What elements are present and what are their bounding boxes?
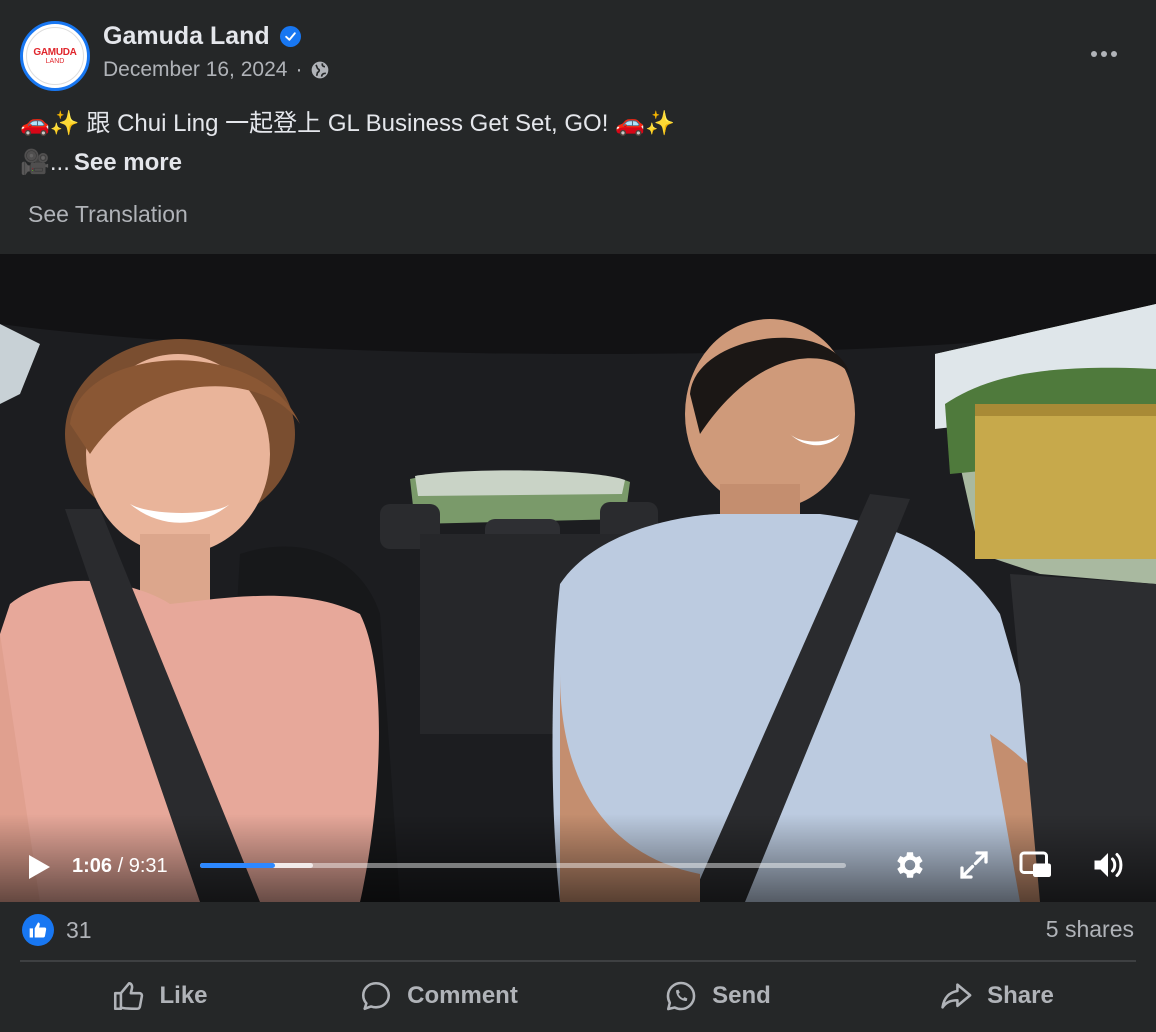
see-more-link[interactable]: See more — [74, 149, 182, 177]
post-caption-line2: 🎥... See more — [20, 148, 182, 177]
post-date[interactable]: December 16, 2024 — [103, 58, 287, 82]
more-dot-icon — [1091, 51, 1097, 57]
more-dot-icon — [1101, 51, 1107, 57]
comment-button[interactable]: Comment — [299, 966, 578, 1026]
send-button[interactable]: Send — [578, 966, 857, 1026]
page-name: Gamuda Land — [103, 22, 301, 51]
share-button[interactable]: Share — [857, 966, 1136, 1026]
logo-text-top: GAMUDA — [33, 46, 77, 58]
video-controls: 1:06 / 9:31 — [0, 839, 1156, 899]
play-icon[interactable] — [26, 853, 52, 881]
post-meta: December 16, 2024 · — [103, 58, 330, 82]
page-avatar[interactable]: GAMUDA LAND — [20, 21, 90, 91]
volume-icon[interactable] — [1090, 847, 1126, 883]
send-label: Send — [712, 982, 771, 1009]
like-reaction-icon — [22, 914, 54, 946]
meta-separator: · — [295, 58, 303, 81]
more-options-button[interactable] — [1080, 34, 1128, 74]
fullscreen-icon[interactable] — [956, 847, 992, 883]
reaction-count: 31 — [66, 916, 92, 943]
thumbs-up-icon — [114, 981, 144, 1011]
settings-gear-icon[interactable] — [892, 847, 928, 883]
progress-played — [200, 863, 275, 868]
globe-icon[interactable] — [310, 60, 330, 80]
see-translation-link[interactable]: See Translation — [28, 201, 188, 228]
logo-text-bottom: LAND — [45, 57, 65, 65]
current-time: 1:06 — [72, 855, 113, 877]
facebook-post: GAMUDA LAND Gamuda Land December 16, 202… — [0, 0, 1156, 1032]
reactions-summary[interactable]: 31 — [22, 914, 92, 946]
time-separator: / — [112, 855, 129, 877]
whatsapp-icon — [666, 981, 696, 1011]
comment-icon — [362, 981, 391, 1011]
post-caption: 🚗✨ 跟 Chui Ling 一起登上 GL Business Get Set,… — [20, 110, 675, 137]
comment-label: Comment — [407, 982, 518, 1009]
picture-in-picture-icon[interactable] — [1018, 847, 1054, 883]
gamuda-land-logo: GAMUDA LAND — [26, 27, 84, 85]
more-dot-icon — [1111, 51, 1117, 57]
share-arrow-icon — [941, 983, 972, 1009]
share-label: Share — [987, 982, 1054, 1009]
video-time: 1:06 / 9:31 — [72, 855, 168, 878]
divider — [20, 960, 1136, 962]
like-label: Like — [159, 982, 208, 1009]
caption-truncated: 🎥... — [20, 149, 70, 176]
duration: 9:31 — [128, 855, 168, 877]
video-player[interactable]: 1:06 / 9:31 — [0, 254, 1156, 902]
post-actions: Like Comment Send Share — [20, 966, 1136, 1026]
video-frame — [0, 254, 1156, 902]
like-button[interactable]: Like — [20, 966, 299, 1026]
video-progress-bar[interactable] — [200, 863, 846, 868]
shares-count[interactable]: 5 shares — [1046, 916, 1134, 943]
verified-badge-icon — [279, 26, 301, 47]
page-name-link[interactable]: Gamuda Land — [103, 22, 270, 51]
